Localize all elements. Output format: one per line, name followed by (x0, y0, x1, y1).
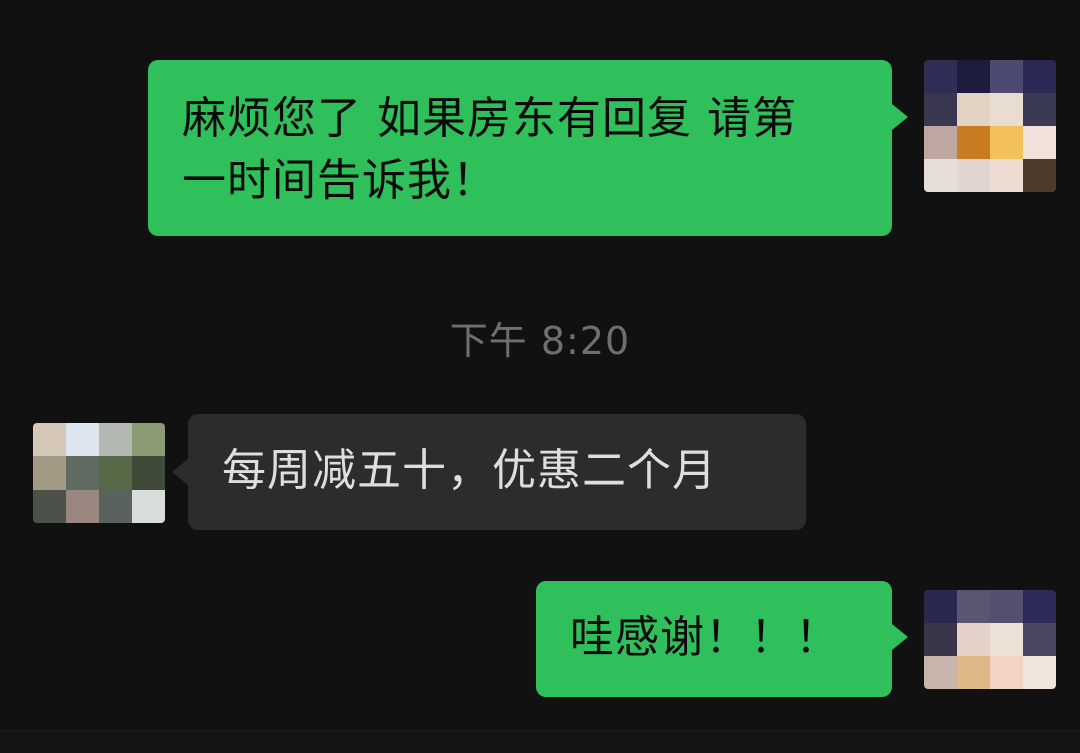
chat-view: 麻烦您了 如果房东有回复 请第 一时间告诉我！ 下午 8:20 每周减五十，优惠… (0, 0, 1080, 753)
bubble-tail (892, 104, 908, 130)
message-timestamp: 下午 8:20 (449, 319, 631, 363)
message-text: 哇感谢！！！ (570, 612, 840, 663)
bottom-bar (0, 730, 1080, 753)
avatar-self[interactable] (924, 60, 1056, 192)
message-bubble-incoming[interactable]: 每周减五十，优惠二个月 (188, 414, 806, 530)
message-text-line: 一时间告诉我！ (182, 155, 497, 206)
avatar-contact[interactable] (33, 423, 165, 523)
bubble-tail (892, 624, 908, 650)
bubble-tail (172, 459, 188, 485)
avatar-self[interactable] (924, 590, 1056, 689)
message-bubble-outgoing[interactable]: 麻烦您了 如果房东有回复 请第 一时间告诉我！ (148, 60, 892, 236)
message-bubble-outgoing[interactable]: 哇感谢！！！ (536, 581, 892, 697)
message-text: 每周减五十，优惠二个月 (222, 445, 717, 496)
message-text-line: 麻烦您了 如果房东有回复 请第 (182, 93, 797, 144)
